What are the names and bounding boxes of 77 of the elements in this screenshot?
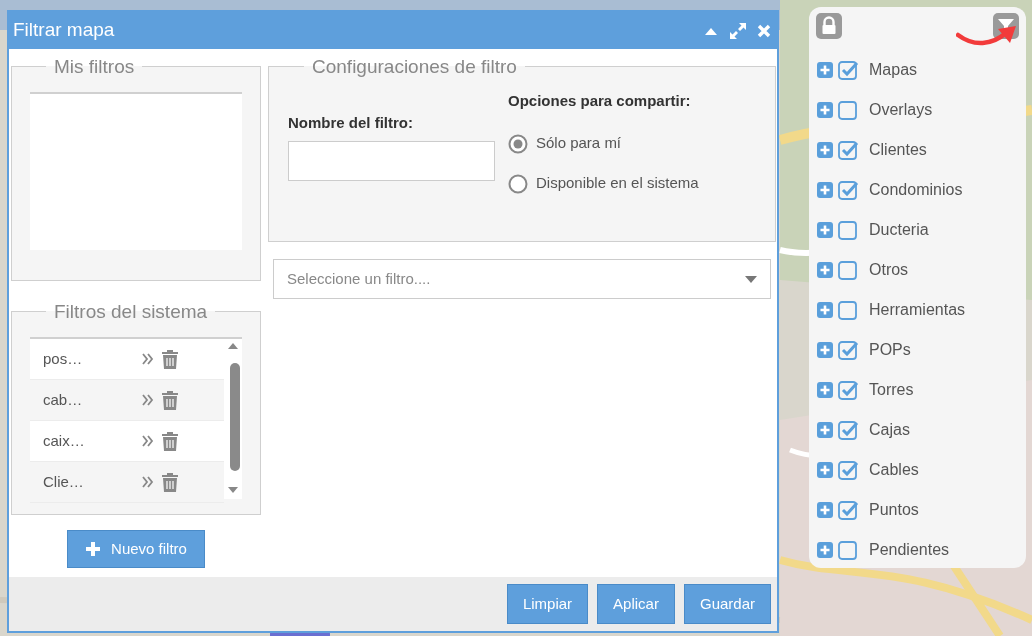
trash-icon[interactable]	[162, 349, 178, 369]
checkbox[interactable]	[838, 420, 859, 440]
layer-label: Herramientas	[869, 300, 966, 320]
expand-icon[interactable]	[729, 21, 747, 40]
filter-select[interactable]: Seleccione un filtro....	[273, 259, 771, 299]
filter-name-field[interactable]	[288, 140, 495, 181]
checkbox[interactable]	[838, 60, 859, 80]
double-chevron-icon[interactable]	[141, 352, 155, 366]
layer-label: Overlays	[869, 100, 933, 120]
layer-label: Pendientes	[869, 540, 950, 560]
trash-icon[interactable]	[162, 390, 178, 410]
scrollbar[interactable]	[224, 339, 242, 499]
trash-icon[interactable]	[162, 431, 178, 451]
filter-name: pos…	[43, 348, 84, 369]
footer-button[interactable]: Guardar	[683, 584, 771, 624]
footer-button[interactable]: Aplicar	[597, 584, 675, 624]
plus-square-icon[interactable]	[817, 542, 833, 558]
checkbox[interactable]	[838, 380, 859, 400]
field-label: Nombre del filtro:	[288, 113, 414, 133]
layer-label: Otros	[869, 260, 909, 280]
double-chevron-icon[interactable]	[141, 475, 155, 489]
plus-square-icon[interactable]	[817, 342, 833, 358]
layer-label: Torres	[869, 380, 914, 400]
checkbox[interactable]	[838, 500, 859, 520]
layer-label: Mapas	[869, 60, 918, 80]
trash-icon[interactable]	[162, 472, 178, 492]
radio-label: Sólo para mí	[536, 133, 622, 154]
plus-square-icon[interactable]	[817, 222, 833, 238]
field-label: Opciones para compartir:	[508, 91, 692, 111]
select-placeholder: Seleccione un filtro....	[287, 268, 432, 289]
layer-label: Puntos	[869, 500, 919, 520]
checkbox[interactable]	[838, 300, 859, 320]
plus-icon	[85, 541, 102, 557]
fieldset-legend: Mis filtros	[46, 57, 143, 76]
checkbox[interactable]	[838, 220, 859, 240]
layer-label: Clientes	[869, 140, 927, 160]
plus-square-icon[interactable]	[817, 262, 833, 278]
double-chevron-icon[interactable]	[141, 393, 155, 407]
layer-label: Cajas	[869, 420, 910, 440]
checkbox[interactable]	[838, 460, 859, 480]
lock-icon[interactable]	[816, 13, 842, 39]
radio-label: Disponible en el sistema	[536, 173, 699, 194]
plus-square-icon[interactable]	[817, 462, 833, 478]
plus-square-icon[interactable]	[817, 142, 833, 158]
plus-square-icon[interactable]	[817, 102, 833, 118]
plus-square-icon[interactable]	[817, 502, 833, 518]
layer-label: Cables	[869, 460, 919, 480]
radio-button[interactable]	[508, 133, 528, 154]
new-filter-button[interactable]: Nuevo filtro	[67, 530, 205, 568]
filter-name: Clie…	[43, 471, 85, 492]
collapse-icon[interactable]	[705, 26, 717, 35]
checkbox[interactable]	[838, 180, 859, 200]
radio-button[interactable]	[508, 173, 528, 194]
checkbox[interactable]	[838, 340, 859, 360]
plus-square-icon[interactable]	[817, 382, 833, 398]
filter-list-item[interactable]: pos…	[30, 339, 224, 380]
plus-square-icon[interactable]	[817, 422, 833, 438]
filter-name: cab…	[43, 389, 84, 410]
layer-label: POPs	[869, 340, 911, 360]
checkbox[interactable]	[838, 140, 859, 160]
layer-label: Ducteria	[869, 220, 929, 240]
footer-button[interactable]: Limpiar	[506, 584, 589, 624]
checkbox[interactable]	[838, 540, 859, 560]
filter-list-item[interactable]: caix…	[30, 421, 224, 462]
fieldset-legend: Filtros del sistema	[46, 302, 216, 321]
plus-square-icon[interactable]	[817, 62, 833, 78]
window-title: Filtrar mapa	[13, 18, 116, 43]
checkbox[interactable]	[838, 100, 859, 120]
fieldset-legend: Configuraciones de filtro	[304, 57, 525, 76]
checkbox[interactable]	[838, 260, 859, 280]
plus-square-icon[interactable]	[817, 302, 833, 318]
caret-icon	[745, 275, 757, 283]
filter-name: caix…	[43, 430, 86, 451]
plus-square-icon[interactable]	[817, 182, 833, 198]
close-icon[interactable]	[757, 23, 771, 38]
double-chevron-icon[interactable]	[141, 434, 155, 448]
layer-label: Condominios	[869, 180, 963, 200]
